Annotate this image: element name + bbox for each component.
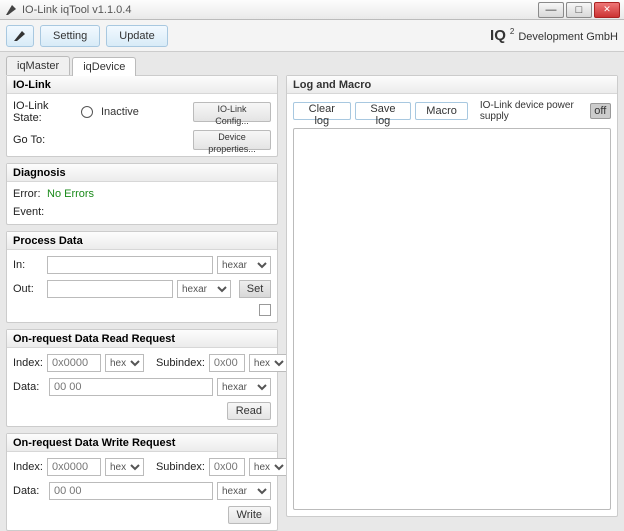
panel-diagnosis: Diagnosis Error: No Errors Event: [6, 163, 278, 225]
content-area: IO-Link IO-Link State: Inactive IO-Link … [0, 75, 624, 523]
pen-icon [12, 29, 28, 43]
panel-read-header: On-request Data Read Request [7, 330, 277, 348]
pdata-set-button[interactable]: Set [239, 280, 271, 298]
read-index-input[interactable] [47, 354, 101, 372]
window-titlebar: IO-Link iqTool v1.1.0.4 — □ [0, 0, 624, 20]
window-title: IO-Link iqTool v1.1.0.4 [22, 4, 536, 16]
panel-process-data: Process Data In: hexar Out: hexar Set [6, 231, 278, 323]
power-supply-label: IO-Link device power supply [480, 100, 582, 122]
read-index-fmt-select[interactable]: hex [105, 354, 144, 372]
panel-diagnosis-header: Diagnosis [7, 164, 277, 182]
iolink-state-label: IO-Link State: [13, 100, 77, 124]
window-maximize-button[interactable]: □ [566, 2, 592, 18]
error-value: No Errors [47, 188, 94, 200]
tab-iqmaster[interactable]: iqMaster [6, 56, 70, 75]
goto-label: Go To: [13, 134, 77, 146]
panel-process-data-header: Process Data [7, 232, 277, 250]
event-label: Event: [13, 206, 43, 218]
panel-iolink-header: IO-Link [7, 76, 277, 94]
setting-button[interactable]: Setting [40, 25, 100, 47]
write-subindex-fmt-select[interactable]: hex [249, 458, 288, 476]
window-close-button[interactable] [594, 2, 620, 18]
macro-button[interactable]: Macro [415, 102, 468, 120]
toolbar: Setting Update IQ2 Development GmbH [0, 20, 624, 52]
right-column: Log and Macro Clear log Save log Macro I… [286, 75, 618, 517]
write-index-fmt-select[interactable]: hex [105, 458, 144, 476]
left-column: IO-Link IO-Link State: Inactive IO-Link … [6, 75, 278, 517]
panel-write-request: On-request Data Write Request Index: hex… [6, 433, 278, 531]
panel-iolink: IO-Link IO-Link State: Inactive IO-Link … [6, 75, 278, 157]
write-data-label: Data: [13, 485, 45, 497]
toolbar-home-button[interactable] [6, 25, 34, 47]
save-log-button[interactable]: Save log [355, 102, 412, 120]
iolink-state-value: Inactive [101, 106, 139, 118]
read-subindex-label: Subindex: [156, 357, 205, 369]
panel-read-request: On-request Data Read Request Index: hex … [6, 329, 278, 427]
iolink-config-button[interactable]: IO-Link Config... [193, 102, 271, 122]
write-button[interactable]: Write [228, 506, 271, 524]
read-data-label: Data: [13, 381, 45, 393]
window-minimize-button[interactable]: — [538, 2, 564, 18]
tab-iqdevice[interactable]: iqDevice [72, 57, 136, 76]
clear-log-button[interactable]: Clear log [293, 102, 351, 120]
iolink-state-radio[interactable] [81, 106, 93, 118]
pdata-out-unit-select[interactable]: hexar [177, 280, 231, 298]
tab-bar: iqMaster iqDevice [0, 52, 624, 75]
pdata-in-unit-select[interactable]: hexar [217, 256, 271, 274]
error-label: Error: [13, 188, 43, 200]
pdata-out-label: Out: [13, 283, 43, 295]
write-subindex-label: Subindex: [156, 461, 205, 473]
power-supply-toggle[interactable]: off [590, 103, 611, 119]
pdata-out-input[interactable] [47, 280, 173, 298]
pdata-checkbox[interactable] [259, 304, 271, 316]
write-index-input[interactable] [47, 458, 101, 476]
read-subindex-input[interactable] [209, 354, 245, 372]
device-properties-button[interactable]: Device properties... [193, 130, 271, 150]
read-index-label: Index: [13, 357, 43, 369]
write-data-input[interactable] [49, 482, 213, 500]
read-subindex-fmt-select[interactable]: hex [249, 354, 288, 372]
log-output[interactable] [293, 128, 611, 510]
update-button[interactable]: Update [106, 25, 167, 47]
app-icon [4, 3, 18, 17]
pdata-in-input[interactable] [47, 256, 213, 274]
write-data-unit-select[interactable]: hexar [217, 482, 271, 500]
panel-write-header: On-request Data Write Request [7, 434, 277, 452]
brand-logo: IQ2 Development GmbH [490, 27, 618, 44]
write-index-label: Index: [13, 461, 43, 473]
panel-log-macro: Log and Macro Clear log Save log Macro I… [286, 75, 618, 517]
read-button[interactable]: Read [227, 402, 271, 420]
panel-log-header: Log and Macro [287, 76, 617, 94]
read-data-unit-select[interactable]: hexar [217, 378, 271, 396]
read-data-input[interactable] [49, 378, 213, 396]
pdata-in-label: In: [13, 259, 43, 271]
write-subindex-input[interactable] [209, 458, 245, 476]
